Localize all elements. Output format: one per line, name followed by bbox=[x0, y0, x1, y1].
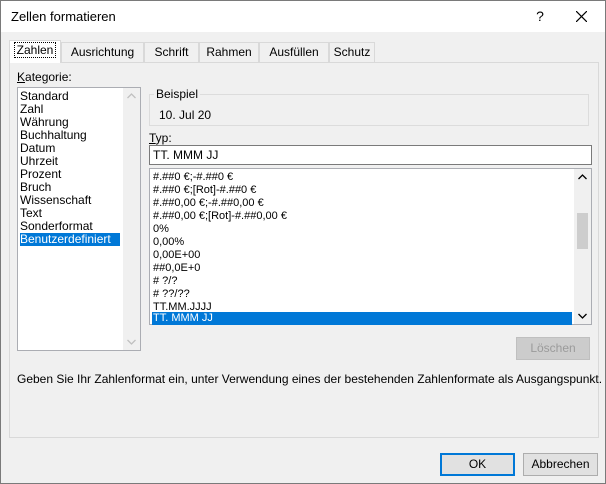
list-item[interactable]: # ?/? bbox=[152, 275, 572, 288]
list-item[interactable]: #.##0 €;[Rot]-#.##0 € bbox=[152, 184, 572, 197]
list-item[interactable]: # ??/?? bbox=[152, 288, 572, 301]
tab-label: Zahlen bbox=[13, 42, 57, 58]
category-list[interactable]: Standard Zahl Währung Buchhaltung Datum … bbox=[17, 87, 141, 351]
tab-schutz[interactable]: Schutz bbox=[329, 42, 375, 62]
scroll-up-icon[interactable] bbox=[578, 174, 587, 180]
list-item[interactable]: 0,00E+00 bbox=[152, 249, 572, 262]
description-text: Geben Sie Ihr Zahlenformat ein, unter Ve… bbox=[17, 372, 603, 386]
tab-rahmen[interactable]: Rahmen bbox=[199, 42, 259, 62]
ok-button[interactable]: OK bbox=[440, 453, 515, 476]
format-cells-dialog: Zellen formatieren ? Zahlen Ausrichtung … bbox=[0, 0, 606, 484]
list-item-selected[interactable]: TT. MMM JJ bbox=[152, 312, 572, 325]
scroll-up-icon[interactable] bbox=[127, 93, 136, 99]
scroll-thumb[interactable] bbox=[577, 213, 588, 249]
title-bar: Zellen formatieren ? bbox=[1, 1, 605, 32]
format-scrollbar[interactable] bbox=[574, 169, 591, 324]
cancel-button[interactable]: Abbrechen bbox=[523, 453, 598, 476]
list-item-selected[interactable]: Benutzerdefiniert bbox=[20, 233, 120, 246]
list-item[interactable]: #.##0,00 €;-#.##0,00 € bbox=[152, 197, 572, 210]
list-item[interactable]: #.##0,00 €;[Rot]-#.##0,00 € bbox=[152, 210, 572, 223]
scroll-down-icon[interactable] bbox=[578, 313, 587, 319]
scroll-down-icon[interactable] bbox=[127, 339, 136, 345]
category-label: Kategorie: bbox=[17, 70, 72, 84]
help-button[interactable]: ? bbox=[517, 1, 563, 32]
list-item[interactable]: 0% bbox=[152, 223, 572, 236]
type-label: Typ: bbox=[149, 131, 172, 145]
sample-value: 10. Jul 20 bbox=[159, 108, 212, 122]
close-icon bbox=[576, 11, 587, 22]
tab-zahlen[interactable]: Zahlen bbox=[9, 40, 61, 63]
list-item[interactable]: #.##0 €;-#.##0 € bbox=[152, 171, 572, 184]
category-scrollbar[interactable] bbox=[123, 88, 140, 350]
tab-schrift[interactable]: Schrift bbox=[144, 42, 199, 62]
list-item[interactable]: 0,00% bbox=[152, 236, 572, 249]
sample-group: Beispiel 10. Jul 20 bbox=[149, 87, 589, 126]
type-input[interactable]: TT. MMM JJ bbox=[149, 145, 592, 165]
delete-button[interactable]: Löschen bbox=[516, 337, 590, 360]
list-item[interactable]: ##0,0E+0 bbox=[152, 262, 572, 275]
close-button[interactable] bbox=[559, 1, 605, 32]
tab-ausrichtung[interactable]: Ausrichtung bbox=[61, 42, 144, 62]
format-list[interactable]: #.##0 €;-#.##0 € #.##0 €;[Rot]-#.##0 € #… bbox=[149, 168, 592, 325]
window-title: Zellen formatieren bbox=[11, 9, 116, 24]
tab-ausfuellen[interactable]: Ausfüllen bbox=[259, 42, 329, 62]
tab-panel-zahlen: Kategorie: Standard Zahl Währung Buchhal… bbox=[9, 62, 603, 438]
sample-caption: Beispiel bbox=[154, 87, 201, 101]
